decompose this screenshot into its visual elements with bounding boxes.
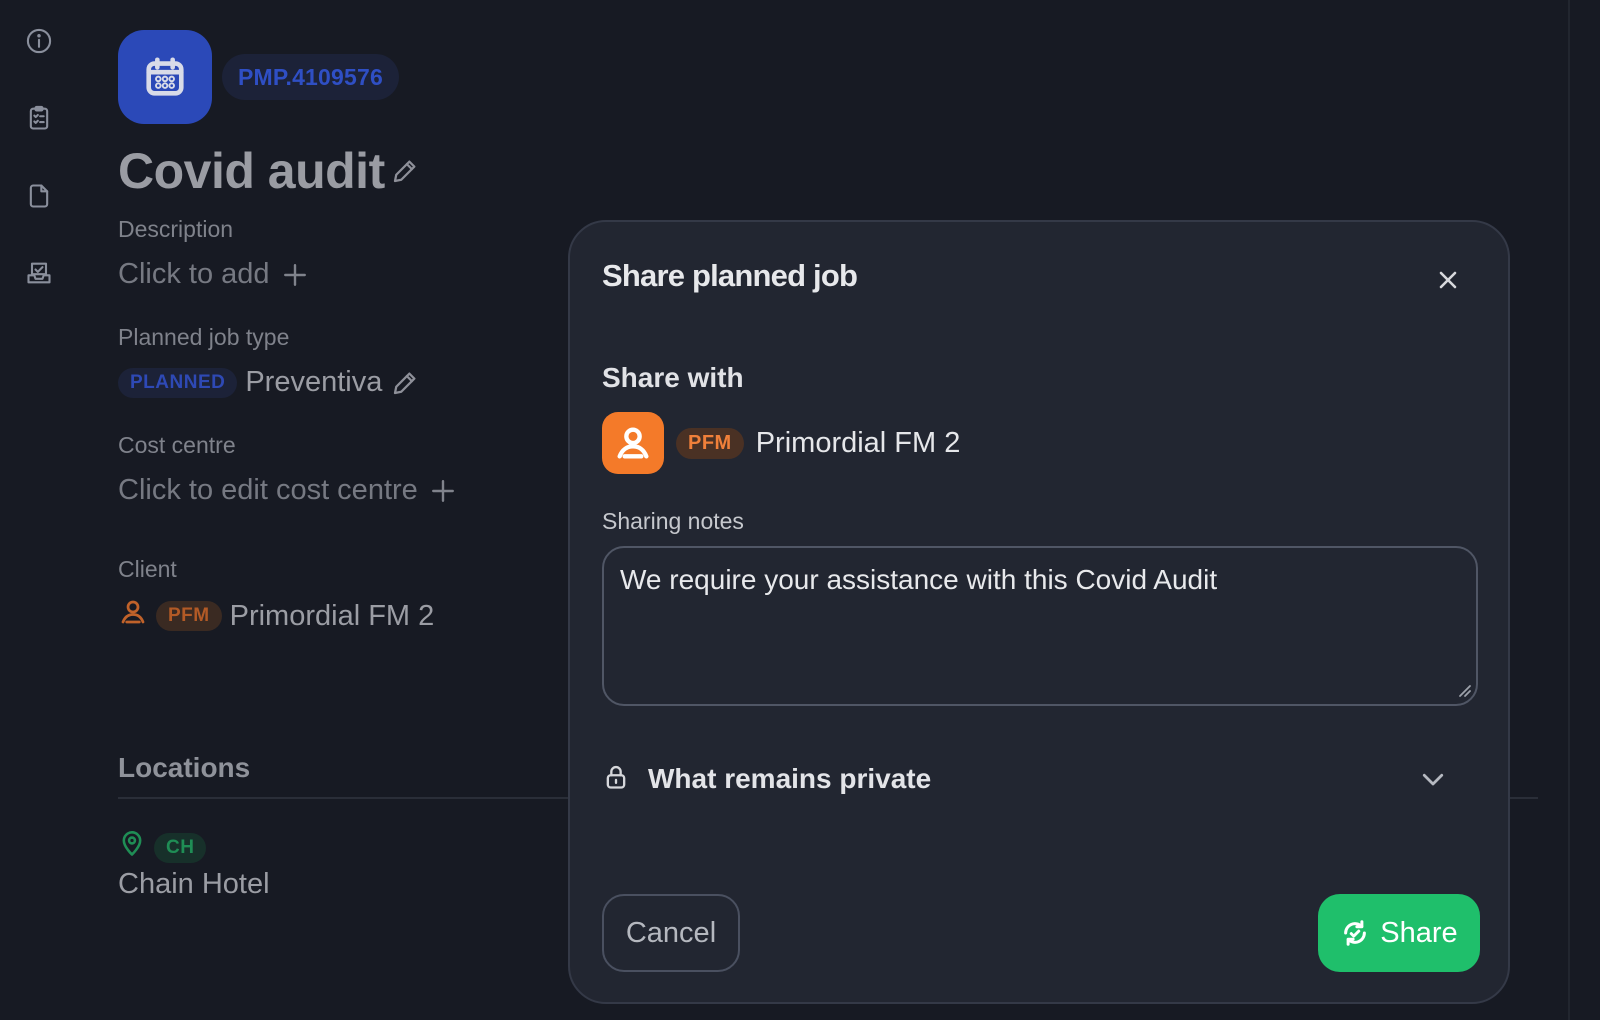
recipient-name: Primordial FM 2 (755, 426, 961, 459)
location-item: CH (118, 830, 207, 866)
info-icon[interactable] (24, 26, 54, 56)
sharing-notes-textarea[interactable] (602, 546, 1478, 706)
page-title: Covid audit (118, 143, 385, 199)
cost-centre-label: Cost centre (118, 432, 236, 458)
plus-icon (282, 262, 308, 288)
location-badge: CH (154, 833, 207, 863)
person-icon (118, 597, 148, 635)
calendar-icon (118, 30, 212, 124)
description-label: Description (118, 216, 234, 242)
resize-handle-icon[interactable] (1456, 682, 1472, 698)
locations-heading: Locations (118, 752, 251, 783)
share-with-label: Share with (602, 362, 744, 393)
cancel-button[interactable]: Cancel (602, 894, 740, 972)
client-label: Client (118, 556, 177, 582)
job-type-field: PLANNED Preventiva (118, 366, 420, 399)
person-icon (617, 427, 649, 459)
plus-icon (430, 478, 456, 504)
client-badge: PFM (156, 601, 222, 631)
cost-centre-placeholder: Click to edit cost centre (118, 474, 418, 506)
close-button[interactable] (1432, 264, 1464, 296)
dialog-title: Share planned job (602, 258, 858, 293)
job-type-label: Planned job type (118, 324, 290, 350)
edit-title-pencil-icon[interactable] (390, 156, 420, 186)
location-pin-icon (118, 830, 146, 866)
recipient-badge: PFM (676, 427, 744, 459)
private-info-accordion[interactable]: What remains private (602, 756, 1448, 802)
share-button-label: Share (1380, 916, 1458, 949)
app-root: PMP.4109576 Covid audit Description Clic… (0, 0, 1600, 1020)
document-icon[interactable] (24, 181, 54, 211)
chevron-down-icon (1418, 764, 1448, 794)
recipient-row: PFM Primordial FM 2 (602, 412, 960, 474)
clipboard-checklist-icon[interactable] (24, 103, 54, 133)
client-field: PFM Primordial FM 2 (118, 597, 434, 635)
job-code-badge: PMP.4109576 (222, 54, 400, 100)
close-icon (1439, 271, 1457, 289)
description-add-field[interactable]: Click to add (118, 258, 308, 291)
share-sync-icon (1344, 920, 1367, 946)
sharing-notes-label: Sharing notes (602, 508, 744, 534)
location-name[interactable]: Chain Hotel (118, 868, 270, 901)
location-name-row: Chain Hotel (118, 868, 270, 901)
private-info-label: What remains private (648, 763, 932, 794)
panel-divider (1568, 0, 1570, 1020)
inbox-check-icon[interactable] (24, 258, 54, 288)
client-name: Primordial FM 2 (229, 599, 435, 632)
lock-icon (602, 763, 630, 796)
description-placeholder: Click to add (118, 258, 270, 290)
cost-centre-add-field[interactable]: Click to edit cost centre (118, 474, 456, 507)
avatar (602, 412, 664, 474)
job-type-value: Preventiva (245, 366, 383, 398)
planned-badge: PLANNED (118, 367, 238, 398)
share-dialog: Share planned job Share with PFM Primord… (568, 220, 1510, 1004)
share-button[interactable]: Share (1318, 894, 1480, 972)
edit-type-pencil-icon[interactable] (390, 368, 420, 398)
left-rail (0, 0, 80, 1020)
